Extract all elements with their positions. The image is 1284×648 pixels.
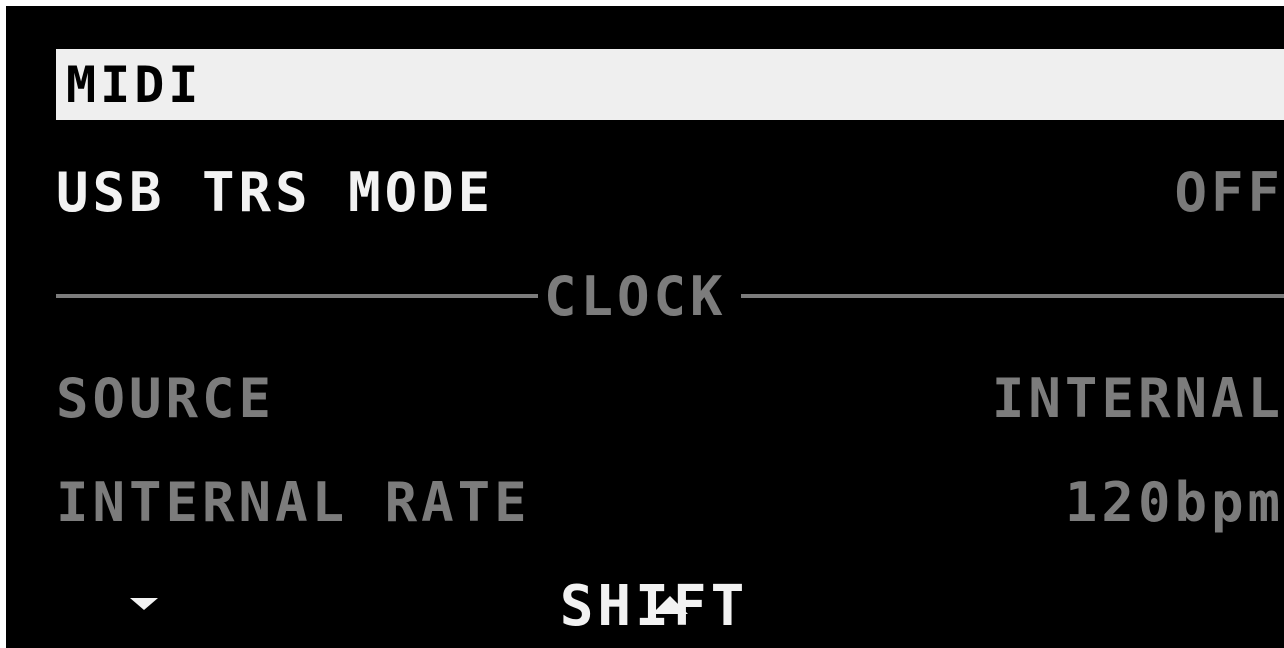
setting-row-internal-rate[interactable]: INTERNAL RATE 120bpm (56, 470, 1284, 534)
softkey-right[interactable] (1126, 574, 1246, 638)
softkey-shift[interactable]: SHIFT (534, 573, 774, 639)
softkey-left[interactable] (866, 574, 986, 638)
setting-label: SOURCE (56, 366, 276, 430)
setting-label: USB TRS MODE (56, 160, 495, 224)
softkey-up[interactable] (306, 574, 688, 638)
softkey-bar: SHIFT (6, 573, 1284, 639)
menu-title: MIDI (66, 55, 203, 114)
device-display: MIDI USB TRS MODE OFF CLOCK SOURCE INTER… (6, 6, 1284, 648)
shift-label: SHIFT (559, 573, 749, 639)
setting-value: 120bpm (1064, 470, 1284, 534)
setting-label: INTERNAL RATE (56, 470, 531, 534)
setting-row-source[interactable]: SOURCE INTERNAL (56, 366, 1284, 430)
setting-row-usb-trs-mode[interactable]: USB TRS MODE OFF (56, 160, 1284, 224)
triangle-down-icon (130, 598, 158, 610)
softkey-down[interactable] (46, 574, 166, 638)
menu-title-bar[interactable]: MIDI (56, 49, 1284, 120)
section-title: CLOCK (544, 264, 727, 328)
section-divider-clock: CLOCK (56, 264, 1284, 328)
divider-line-right (740, 294, 1284, 298)
setting-value: OFF (1174, 160, 1284, 224)
setting-value: INTERNAL (991, 366, 1284, 430)
divider-line-left (56, 294, 538, 298)
